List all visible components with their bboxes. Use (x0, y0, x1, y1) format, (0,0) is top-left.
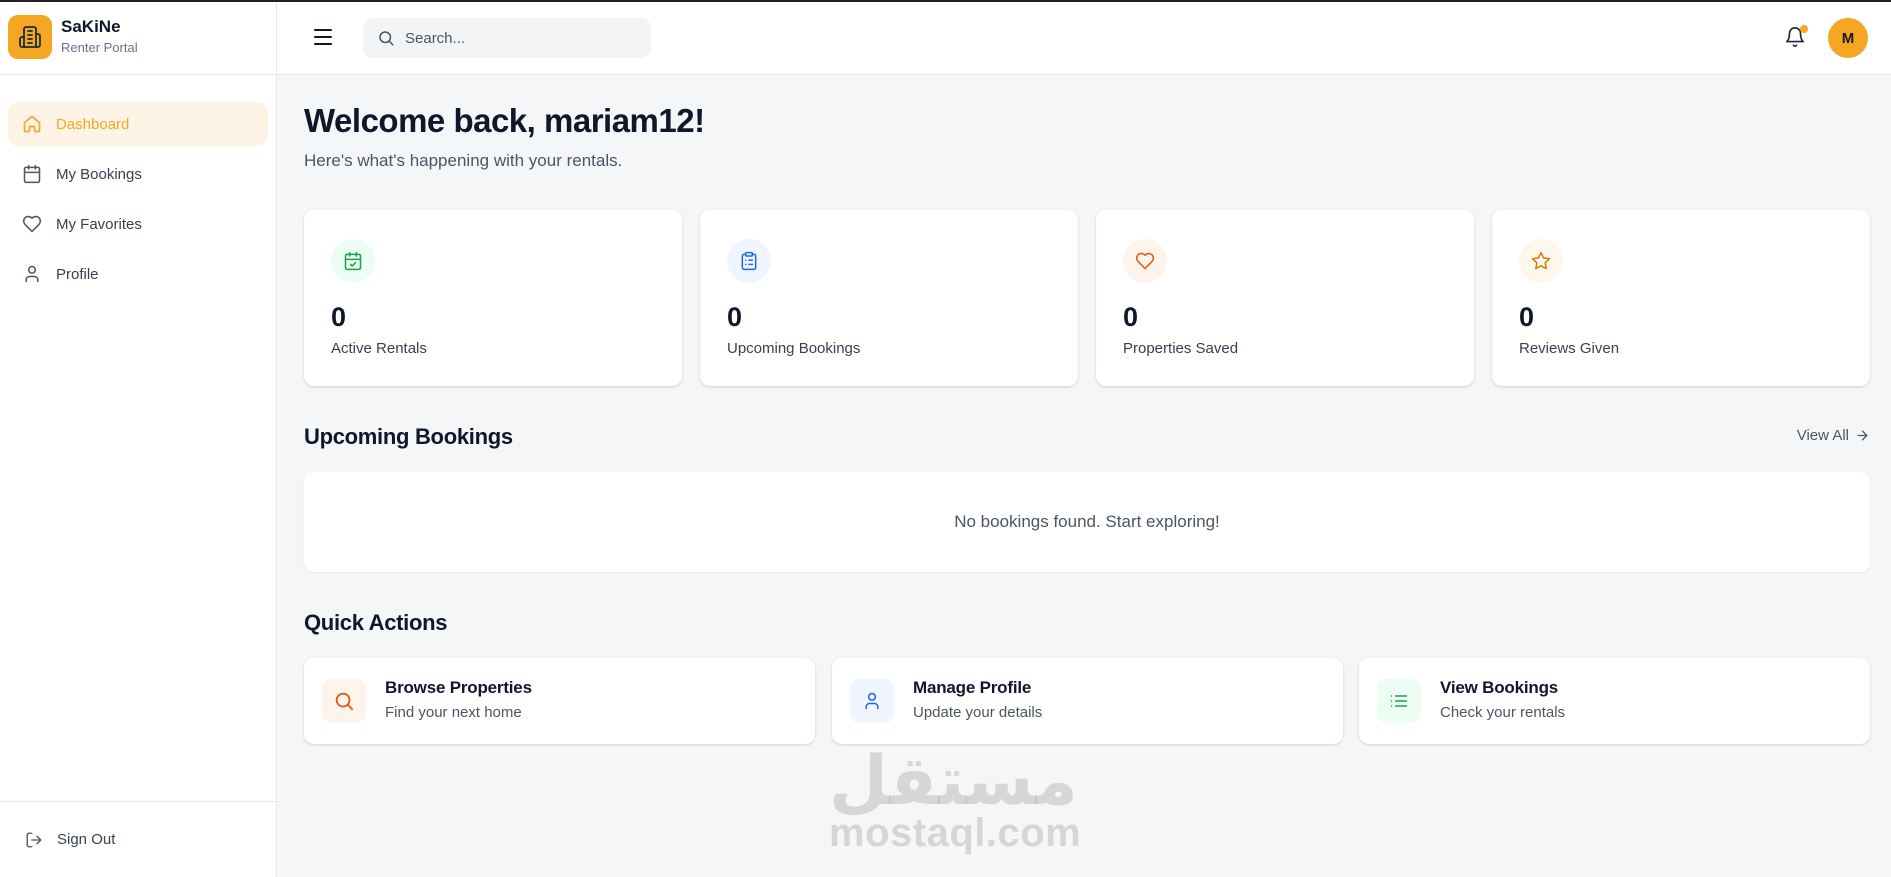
search-icon (322, 679, 366, 723)
user-icon (850, 679, 894, 723)
search-icon (377, 29, 395, 47)
upcoming-bookings-title: Upcoming Bookings (304, 424, 513, 449)
sidebar-nav: Dashboard My Bookings My Favorites Profi… (0, 75, 276, 296)
search-input[interactable] (405, 29, 635, 47)
sidebar-item-my-bookings[interactable]: My Bookings (8, 152, 268, 196)
notification-button[interactable] (1784, 25, 1808, 50)
stat-label: Active Rentals (331, 340, 427, 357)
watermark-arabic: مستقل (829, 742, 1078, 821)
menu-icon[interactable] (314, 29, 332, 45)
view-all-label: View All (1796, 427, 1849, 444)
calendar-icon (21, 163, 43, 185)
sidebar-item-dashboard[interactable]: Dashboard (8, 102, 268, 146)
stat-value: 0 (727, 302, 743, 332)
window-top-border (0, 0, 1891, 2)
list-icon (1377, 679, 1421, 723)
manage-profile-button[interactable]: Manage Profile Update your details (832, 658, 1343, 744)
stat-value: 0 (1123, 302, 1139, 332)
brand[interactable]: SaKiNe Renter Portal (0, 0, 276, 75)
arrow-right-icon (1849, 428, 1870, 443)
sidebar-item-label: Dashboard (56, 115, 130, 133)
quick-action-subtitle: Update your details (913, 704, 1043, 721)
clipboard-list-icon (727, 239, 771, 283)
stat-card-reviews-given: 0 Reviews Given (1492, 210, 1870, 386)
upcoming-bookings-empty-state: No bookings found. Start exploring! (304, 472, 1870, 572)
search-box[interactable] (363, 18, 651, 58)
stat-label: Properties Saved (1123, 340, 1239, 357)
brand-subtitle: Renter Portal (61, 40, 138, 55)
heart-icon (21, 213, 43, 235)
building-icon (8, 15, 52, 59)
sign-out-button[interactable]: Sign Out (0, 801, 277, 877)
view-bookings-button[interactable]: View Bookings Check your rentals (1359, 658, 1870, 744)
quick-action-title: Browse Properties (385, 678, 532, 697)
sidebar-item-label: Profile (56, 265, 99, 283)
empty-state-text: No bookings found. Start exploring! (954, 512, 1220, 531)
home-icon (21, 113, 43, 135)
stat-card-active-rentals: 0 Active Rentals (304, 210, 682, 386)
quick-action-title: View Bookings (1440, 678, 1559, 697)
stat-card-properties-saved: 0 Properties Saved (1096, 210, 1474, 386)
calendar-check-icon (331, 239, 375, 283)
page-subtitle: Here's what's happening with your rental… (304, 151, 623, 170)
avatar[interactable]: M (1828, 18, 1868, 58)
page-title: Welcome back, mariam12! (304, 102, 705, 139)
watermark-latin: mostaql.com (829, 811, 1082, 855)
heart-icon (1123, 239, 1167, 283)
stat-card-upcoming-bookings: 0 Upcoming Bookings (700, 210, 1078, 386)
stat-value: 0 (331, 302, 347, 332)
stat-value: 0 (1519, 302, 1535, 332)
logout-icon (25, 831, 43, 849)
notification-dot (1800, 25, 1808, 33)
quick-action-subtitle: Check your rentals (1440, 704, 1566, 721)
view-all-link[interactable]: View All (1797, 427, 1870, 444)
quick-action-subtitle: Find your next home (385, 704, 522, 721)
sidebar-item-label: My Favorites (56, 215, 142, 233)
sidebar-item-profile[interactable]: Profile (8, 252, 268, 296)
stat-label: Upcoming Bookings (727, 340, 861, 357)
star-icon (1519, 239, 1563, 283)
quick-actions-title: Quick Actions (304, 610, 448, 635)
sidebar-item-my-favorites[interactable]: My Favorites (8, 202, 268, 246)
sign-out-label: Sign Out (57, 831, 116, 848)
watermark: مستقل mostaql.com (829, 742, 1082, 855)
quick-action-title: Manage Profile (913, 678, 1032, 697)
browse-properties-button[interactable]: Browse Properties Find your next home (304, 658, 815, 744)
brand-name: SaKiNe (61, 17, 121, 36)
stat-label: Reviews Given (1519, 340, 1620, 357)
user-icon (21, 263, 43, 285)
top-header: M (277, 2, 1891, 75)
sidebar-item-label: My Bookings (56, 165, 142, 183)
sidebar: SaKiNe Renter Portal Dashboard My Bookin… (0, 0, 277, 877)
